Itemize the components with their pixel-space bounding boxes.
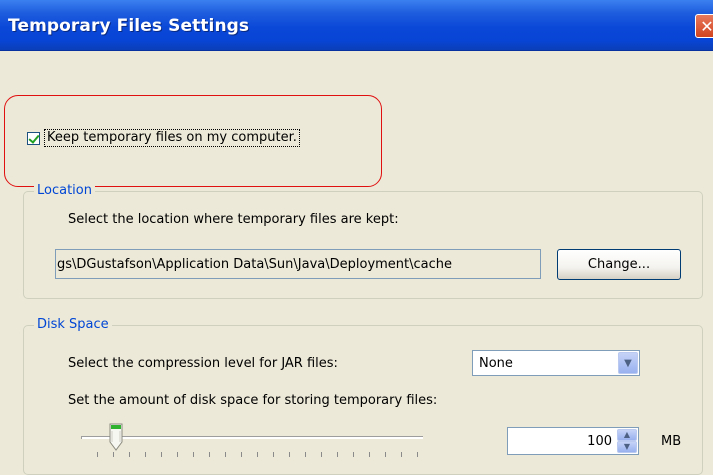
change-button[interactable]: Change... xyxy=(557,249,681,280)
compression-select[interactable]: None ▼ xyxy=(472,350,640,376)
disk-amount-spinner[interactable]: 100 ▲ ▼ xyxy=(507,427,639,455)
disk-space-slider-track[interactable] xyxy=(81,436,423,439)
window-title: Temporary Files Settings xyxy=(8,16,250,36)
compression-label: Select the compression level for JAR fil… xyxy=(68,356,338,371)
location-legend: Location xyxy=(34,183,95,199)
chevron-down-icon[interactable]: ▼ xyxy=(618,352,638,374)
disk-space-legend: Disk Space xyxy=(34,317,112,333)
disk-amount-value[interactable]: 100 xyxy=(587,434,612,449)
compression-value: None xyxy=(479,355,513,371)
disk-space-slider-thumb[interactable] xyxy=(109,423,123,451)
slider-tick xyxy=(161,452,162,457)
cache-path-text: gs\DGustafson\Application Data\Sun\Java\… xyxy=(57,256,453,272)
keep-files-row[interactable]: Keep temporary files on my computer. xyxy=(27,129,300,147)
slider-tick xyxy=(353,452,354,457)
slider-tick xyxy=(145,452,146,457)
slider-tick xyxy=(241,452,242,457)
slider-tick xyxy=(225,452,226,457)
close-icon: ✕ xyxy=(700,16,713,36)
slider-tick xyxy=(193,452,194,457)
location-description: Select the location where temporary file… xyxy=(68,212,399,227)
slider-tick xyxy=(369,452,370,457)
location-group: Location Select the location where tempo… xyxy=(23,183,703,299)
slider-ticks xyxy=(97,452,418,460)
slider-tick xyxy=(401,452,402,457)
slider-tick xyxy=(209,452,210,457)
slider-tick xyxy=(273,452,274,457)
cache-path-field[interactable]: gs\DGustafson\Application Data\Sun\Java\… xyxy=(55,249,541,279)
title-bar: Temporary Files Settings ✕ xyxy=(0,0,713,51)
slider-tick xyxy=(337,452,338,457)
slider-tick xyxy=(113,452,114,457)
disk-amount-unit: MB xyxy=(661,434,682,449)
slider-tick xyxy=(417,452,418,457)
slider-tick xyxy=(257,452,258,457)
slider-tick xyxy=(177,452,178,457)
dialog-content: Keep temporary files on my computer. Loc… xyxy=(0,51,713,475)
slider-tick xyxy=(305,452,306,457)
disk-amount-label: Set the amount of disk space for storing… xyxy=(68,393,438,408)
keep-files-checkbox[interactable] xyxy=(27,131,40,145)
slider-tick xyxy=(129,452,130,457)
spin-down-icon[interactable]: ▼ xyxy=(617,441,637,453)
slider-tick xyxy=(321,452,322,457)
slider-tick xyxy=(385,452,386,457)
disk-space-group: Disk Space Select the compression level … xyxy=(23,317,703,475)
slider-tick xyxy=(289,452,290,457)
slider-tick xyxy=(97,452,98,457)
spin-up-icon[interactable]: ▲ xyxy=(617,429,637,441)
close-button[interactable]: ✕ xyxy=(695,14,713,38)
keep-files-label[interactable]: Keep temporary files on my computer. xyxy=(44,129,300,147)
